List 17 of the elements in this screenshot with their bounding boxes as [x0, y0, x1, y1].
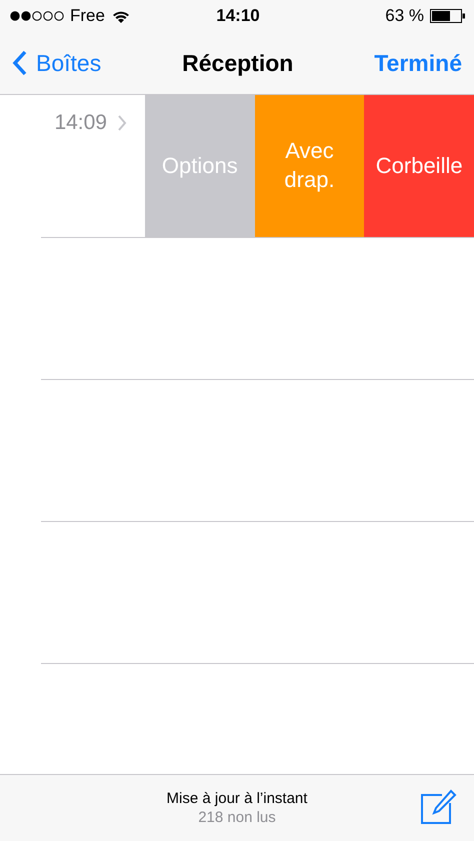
carrier-name: Free	[70, 6, 105, 26]
clock-time: 14:10	[216, 6, 260, 26]
message-time: 14:09	[54, 111, 107, 135]
update-status: Mise à jour à l’instant	[166, 790, 308, 807]
swipe-action-button[interactable]: Corbeille	[364, 95, 474, 237]
compose-button[interactable]	[418, 789, 458, 825]
unread-count: 218 non lus	[198, 809, 276, 826]
signal-icon	[10, 11, 64, 21]
swipe-action-button[interactable]: Avec drap.	[254, 95, 364, 237]
battery-icon	[430, 9, 466, 23]
back-button[interactable]: Boîtes	[12, 50, 102, 76]
compose-icon	[418, 789, 458, 825]
screen-title: Réception	[182, 50, 294, 76]
battery-percentage: 63 %	[385, 6, 424, 26]
chevron-left-icon	[12, 50, 28, 76]
done-button[interactable]: Terminé	[374, 50, 462, 76]
chevron-right-icon	[117, 114, 127, 132]
